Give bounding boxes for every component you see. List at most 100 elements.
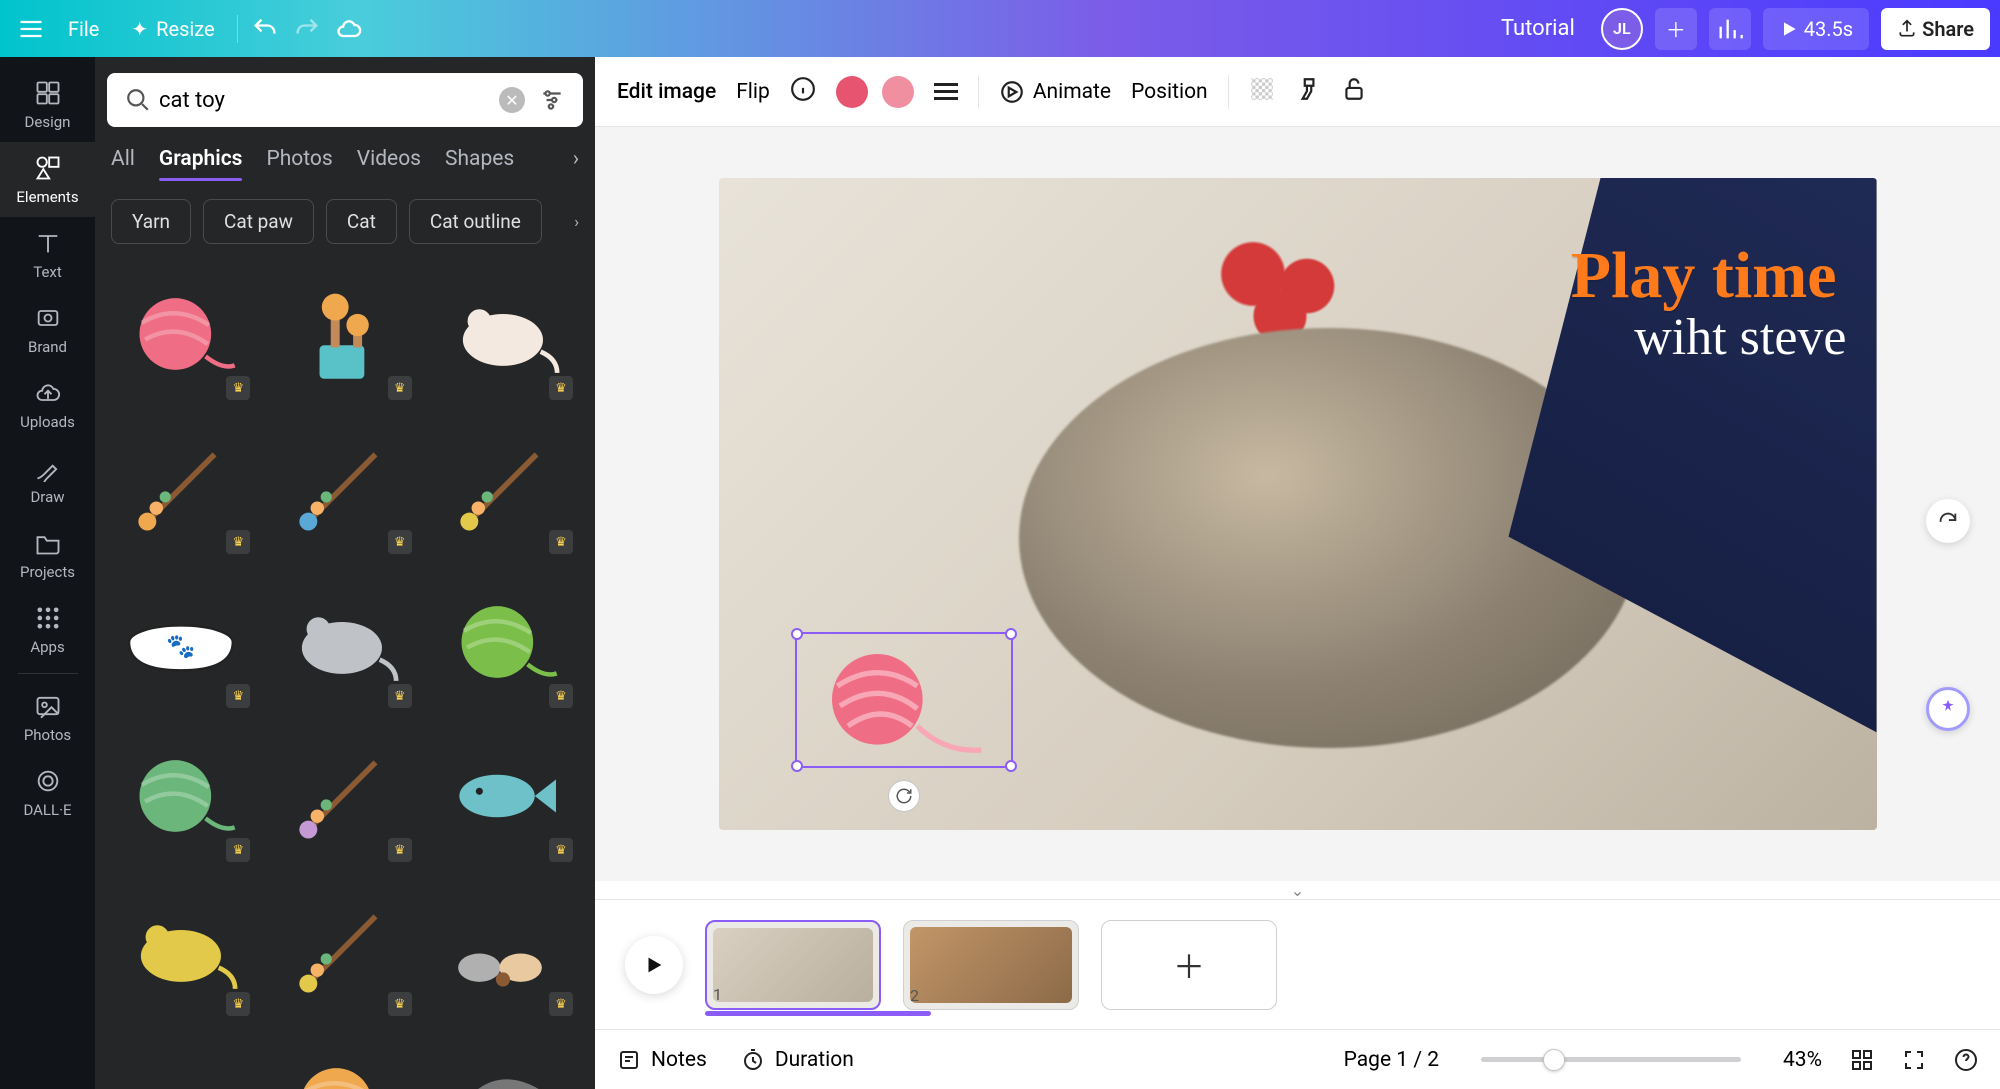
tab-shapes[interactable]: Shapes xyxy=(445,147,514,181)
headline-text[interactable]: Play time xyxy=(1571,238,1837,314)
animate-label: Animate xyxy=(1033,80,1111,104)
clear-search-button[interactable]: ✕ xyxy=(499,87,525,113)
rail-uploads[interactable]: Uploads xyxy=(0,367,95,442)
flip-button[interactable]: Flip xyxy=(736,80,770,104)
rail-dalle[interactable]: DALL·E xyxy=(0,755,95,830)
rail-elements[interactable]: Elements xyxy=(0,142,95,217)
user-avatar[interactable]: JL xyxy=(1601,8,1643,50)
thumb-yarn-green[interactable]: ♛ xyxy=(430,572,577,712)
resize-handle-tr[interactable] xyxy=(1005,628,1017,640)
tab-graphics[interactable]: Graphics xyxy=(159,147,243,181)
thumb-mouse-toy-white[interactable]: ♛ xyxy=(430,264,577,404)
hamburger-menu[interactable] xyxy=(10,8,52,50)
undo-button[interactable] xyxy=(244,8,286,50)
help-button[interactable] xyxy=(1954,1048,1978,1072)
rail-brand[interactable]: Brand xyxy=(0,292,95,367)
chips-scroll-right[interactable]: › xyxy=(574,212,579,231)
thumb-yarn-pink-2[interactable]: ♛ xyxy=(107,726,254,866)
thumb-mouse-gray[interactable]: ♛ xyxy=(268,572,415,712)
thumb-yarn-pink[interactable]: ♛ xyxy=(107,264,254,404)
rail-projects[interactable]: Projects xyxy=(0,517,95,592)
magic-fab[interactable] xyxy=(1926,687,1970,731)
tab-photos[interactable]: Photos xyxy=(266,147,332,181)
scene-1[interactable]: 1 xyxy=(705,920,881,1010)
resize-button[interactable]: ✦Resize xyxy=(115,8,230,50)
color-secondary[interactable] xyxy=(882,76,914,108)
page-indicator[interactable]: Page 1 / 2 xyxy=(1344,1048,1439,1072)
rail-label: Apps xyxy=(30,638,64,656)
cloud-sync-icon[interactable] xyxy=(328,8,370,50)
lock-button[interactable] xyxy=(1341,76,1367,108)
fullscreen-button[interactable] xyxy=(1902,1048,1926,1072)
share-button[interactable]: Share xyxy=(1881,8,1990,50)
list-style-button[interactable] xyxy=(934,83,958,100)
notes-button[interactable]: Notes xyxy=(617,1048,707,1072)
scene-2[interactable]: 2 xyxy=(903,920,1079,1010)
thumb-rope-toy[interactable]: ♛ xyxy=(107,1034,254,1089)
thumb-bead-wand[interactable]: ♛ xyxy=(430,418,577,558)
color-swatches xyxy=(836,76,914,108)
rail-apps[interactable]: Apps xyxy=(0,592,95,667)
chip-cat-paw[interactable]: Cat paw xyxy=(203,199,314,244)
context-toolbar: Edit image Flip Animate Position xyxy=(595,57,2000,127)
file-menu[interactable]: File xyxy=(52,8,115,50)
insights-button[interactable] xyxy=(1709,8,1751,50)
rail-label: Projects xyxy=(20,563,75,581)
timeline-play-button[interactable] xyxy=(625,936,683,994)
add-scene-button[interactable]: ＋ xyxy=(1101,920,1277,1010)
pro-badge: ♛ xyxy=(388,684,412,708)
play-preview-button[interactable]: 43.5s xyxy=(1763,8,1869,50)
tab-all[interactable]: All xyxy=(111,147,135,181)
resize-handle-bl[interactable] xyxy=(791,760,803,772)
tab-videos[interactable]: Videos xyxy=(357,147,421,181)
thumb-food-bowl[interactable]: 🐾♛ xyxy=(107,572,254,712)
tabs-scroll-right[interactable]: › xyxy=(573,147,579,181)
thumb-kittens-playing[interactable]: ♛ xyxy=(430,880,577,1020)
chip-cat-outline[interactable]: Cat outline xyxy=(409,199,542,244)
duration-button[interactable]: Duration xyxy=(741,1048,854,1072)
search-input[interactable] xyxy=(159,88,499,113)
rail-draw[interactable]: Draw xyxy=(0,442,95,517)
canvas-viewport[interactable]: Play time wiht steve xyxy=(595,127,2000,881)
subhead-text[interactable]: wiht steve xyxy=(1634,308,1846,367)
thumb-feather-wand[interactable]: ♛ xyxy=(107,418,254,558)
thumb-fish-toy[interactable]: ♛ xyxy=(430,726,577,866)
timeline-progress[interactable] xyxy=(705,1011,931,1016)
thumb-rabbit-feather[interactable]: ♛ xyxy=(268,418,415,558)
rail-design[interactable]: Design xyxy=(0,67,95,142)
document-title[interactable]: Tutorial xyxy=(1485,8,1591,50)
timeline-collapse[interactable]: ⌄ xyxy=(595,881,2000,899)
left-rail: Design Elements Text Brand Uploads Draw … xyxy=(0,57,95,1089)
thumb-mouse-yellow[interactable]: ♛ xyxy=(107,880,254,1020)
position-button[interactable]: Position xyxy=(1131,80,1208,104)
zoom-value[interactable]: 43% xyxy=(1783,1048,1822,1072)
grid-view-button[interactable] xyxy=(1850,1048,1874,1072)
resize-handle-tl[interactable] xyxy=(791,628,803,640)
info-button[interactable] xyxy=(790,76,816,108)
thumb-feather-boa[interactable]: ♛ xyxy=(268,880,415,1020)
thumb-yarn-orange[interactable]: ♛ xyxy=(268,1034,415,1089)
rotate-handle[interactable] xyxy=(888,780,920,812)
add-member-button[interactable]: ＋ xyxy=(1655,8,1697,50)
selection-box[interactable] xyxy=(795,632,1013,768)
thumb-cat-tower[interactable]: ♛ xyxy=(268,264,415,404)
copy-style-button[interactable] xyxy=(1295,76,1321,108)
search-filters-button[interactable] xyxy=(531,79,573,121)
rail-label: Text xyxy=(33,263,62,281)
transparency-button[interactable] xyxy=(1249,76,1275,108)
redo-button[interactable] xyxy=(286,8,328,50)
chip-yarn[interactable]: Yarn xyxy=(111,199,191,244)
rail-text[interactable]: Text xyxy=(0,217,95,292)
canvas-page[interactable]: Play time wiht steve xyxy=(719,178,1877,830)
zoom-thumb[interactable] xyxy=(1543,1049,1565,1071)
regenerate-fab[interactable] xyxy=(1926,499,1970,543)
color-primary[interactable] xyxy=(836,76,868,108)
rail-photos[interactable]: Photos xyxy=(0,680,95,755)
chip-cat[interactable]: Cat xyxy=(326,199,397,244)
animate-button[interactable]: Animate xyxy=(999,79,1111,105)
thumb-tail-toy[interactable]: ♛ xyxy=(430,1034,577,1089)
zoom-slider[interactable] xyxy=(1481,1057,1741,1062)
edit-image-button[interactable]: Edit image xyxy=(617,80,716,104)
resize-handle-br[interactable] xyxy=(1005,760,1017,772)
thumb-dangle-wand[interactable]: ♛ xyxy=(268,726,415,866)
